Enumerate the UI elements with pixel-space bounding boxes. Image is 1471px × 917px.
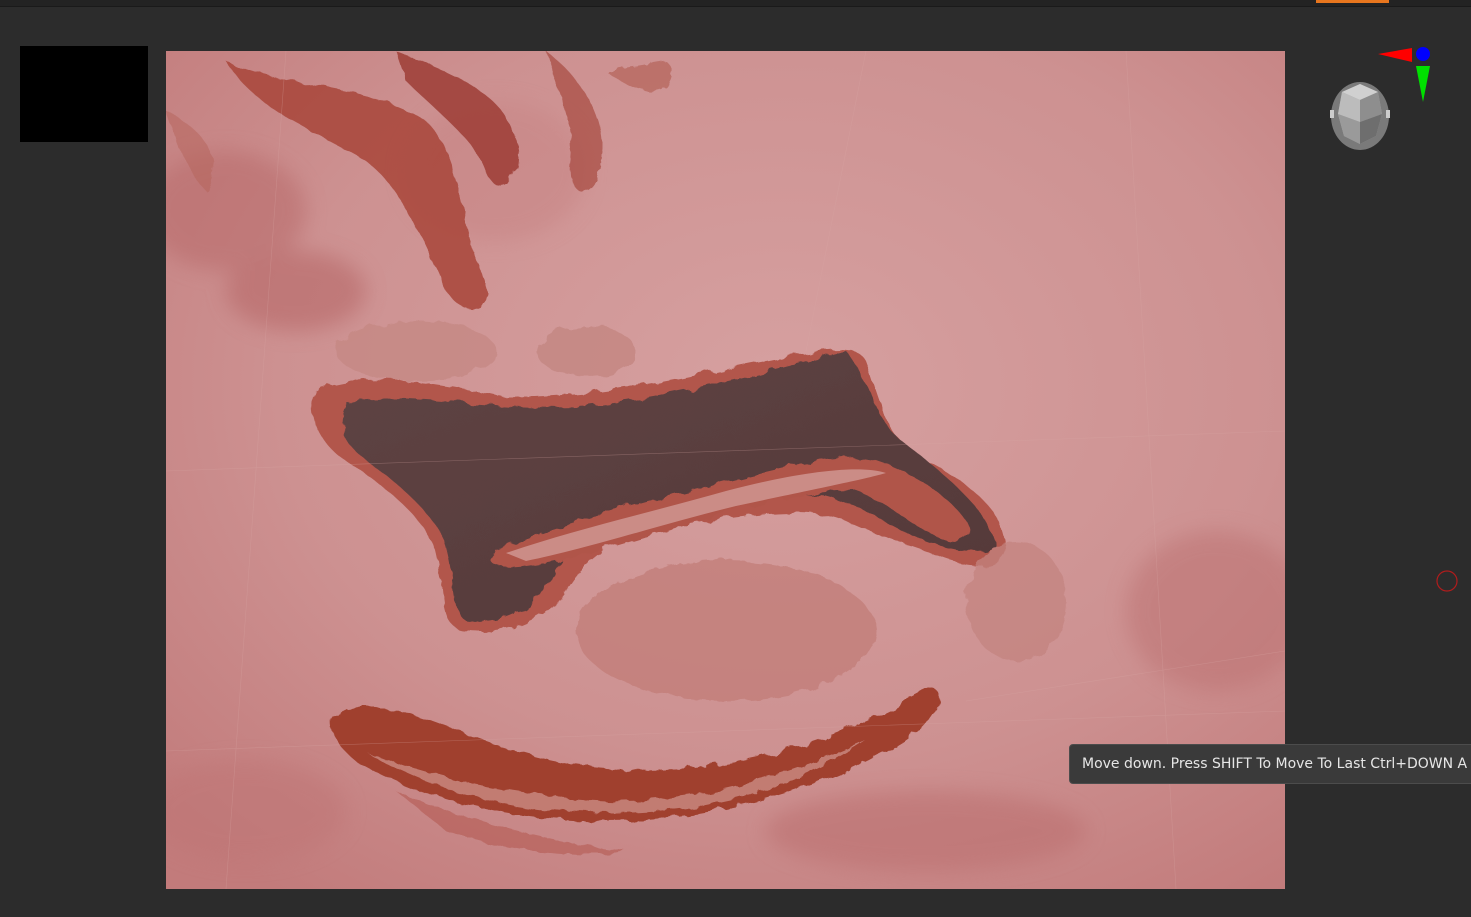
navigation-gyro-icon[interactable] — [1322, 40, 1442, 160]
gyro-y-axis-icon[interactable] — [1416, 66, 1430, 102]
brush-cursor-icon — [1436, 570, 1458, 592]
gyro-head-icon[interactable] — [1330, 82, 1390, 150]
tooltip: Move down. Press SHIFT To Move To Last C… — [1069, 744, 1471, 784]
top-toolbar-strip — [0, 0, 1471, 7]
navigator-thumbnail[interactable] — [20, 46, 148, 142]
gyro-z-axis-icon[interactable] — [1416, 47, 1430, 61]
gyro-x-axis-icon[interactable] — [1378, 48, 1412, 62]
active-tab-indicator[interactable] — [1316, 0, 1389, 3]
tooltip-text: Move down. Press SHIFT To Move To Last C… — [1082, 756, 1468, 772]
